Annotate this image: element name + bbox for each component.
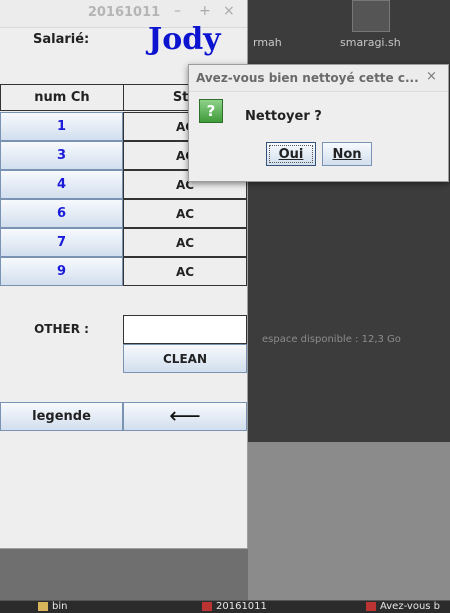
room-button[interactable]: 3 <box>0 141 123 170</box>
file-label-rmah[interactable]: rmah <box>253 36 282 49</box>
java-app-icon <box>202 602 212 611</box>
dialog-message: Nettoyer ? <box>245 109 322 124</box>
question-icon: ? <box>199 99 223 123</box>
no-button[interactable]: Non <box>322 142 372 166</box>
room-button[interactable]: 9 <box>0 257 123 286</box>
file-label-smaragi[interactable]: smaragi.sh <box>340 36 401 49</box>
java-app-icon <box>366 602 376 611</box>
taskbar-item-label: Avez-vous b <box>380 601 441 612</box>
clean-button[interactable]: CLEAN <box>123 344 247 373</box>
taskbar-item-main-window[interactable]: 20161011 <box>202 601 267 612</box>
room-status: AC <box>123 228 247 257</box>
window-title: 20161011 <box>87 5 161 20</box>
dialog-close-icon[interactable]: × <box>426 69 437 84</box>
dialog-titlebar[interactable]: Avez-vous bien nettoyé cette c... × <box>189 65 448 92</box>
arrow-left-icon: ⟵ <box>169 404 201 429</box>
free-space-status: espace disponible : 12,3 Go <box>262 334 401 345</box>
close-icon[interactable]: × <box>223 3 235 19</box>
script-file-icon[interactable] <box>352 0 390 32</box>
salarie-label: Salarié: <box>33 32 90 47</box>
yes-button[interactable]: Oui <box>266 142 316 166</box>
taskbar-item-bin[interactable]: bin <box>38 601 67 612</box>
room-button[interactable]: 4 <box>0 170 123 199</box>
room-status: AC <box>123 257 247 286</box>
no-button-label: Non <box>332 146 362 162</box>
taskbar-item-label: 20161011 <box>216 601 267 612</box>
minimize-icon[interactable]: – <box>174 3 181 19</box>
room-status: AC <box>123 199 247 228</box>
salarie-name: Jody <box>148 22 221 57</box>
back-arrow-button[interactable]: ⟵ <box>123 402 247 431</box>
dialog-title: Avez-vous bien nettoyé cette c... <box>196 71 419 85</box>
room-button[interactable]: 6 <box>0 199 123 228</box>
column-header-num-ch: num Ch <box>0 84 124 111</box>
other-label: OTHER : <box>34 322 89 336</box>
desktop-area <box>248 442 450 600</box>
room-button[interactable]: 7 <box>0 228 123 257</box>
taskbar-item-dialog[interactable]: Avez-vous b <box>366 601 440 612</box>
taskbar-item-label: bin <box>52 601 68 612</box>
folder-icon <box>38 602 48 611</box>
maximize-icon[interactable]: + <box>199 3 211 19</box>
legende-button[interactable]: legende <box>0 402 123 431</box>
room-button[interactable]: 1 <box>0 112 123 141</box>
other-input[interactable] <box>123 315 247 344</box>
yes-button-label: Oui <box>278 146 304 162</box>
